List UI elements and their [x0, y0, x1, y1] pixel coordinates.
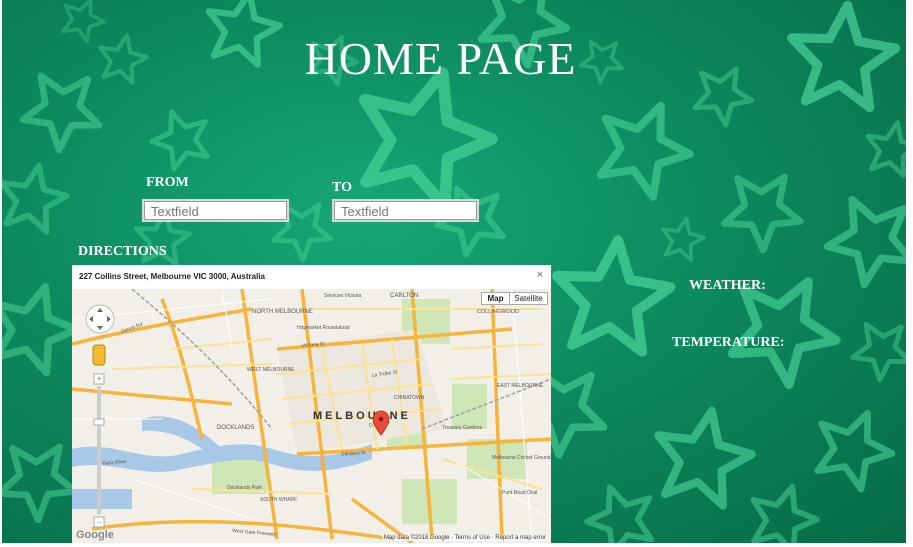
star-shape: [2, 283, 81, 377]
pegman-icon[interactable]: [92, 344, 106, 366]
from-input[interactable]: [142, 199, 289, 222]
svg-text:−: −: [97, 517, 102, 527]
pan-control-icon[interactable]: [85, 304, 115, 334]
map-street-label: Docklands Park: [227, 485, 263, 491]
star-shape: [358, 67, 498, 213]
map-street-label: Services Victoria: [324, 293, 361, 299]
star-shape: [814, 409, 896, 493]
map-street-label: EAST MELBOURNE: [497, 383, 544, 389]
close-icon[interactable]: ×: [537, 269, 543, 281]
map-street-label: Haymarket Roundabout: [297, 325, 350, 331]
weather-label: WEATHER:: [689, 278, 766, 293]
star-shape: [850, 322, 906, 383]
star-shape: [654, 406, 756, 510]
map-header: 227 Collins Street, Melbourne VIC 3000, …: [72, 265, 551, 289]
star-shape: [596, 101, 694, 201]
map-type-button[interactable]: Map: [481, 292, 510, 305]
map-street-label: West Gate Freeway: [232, 528, 277, 538]
page-title: HOME PAGE: [304, 33, 577, 84]
map-street-label: Treasury Gardens: [442, 425, 483, 431]
map-street-label: CARLTON: [390, 293, 418, 299]
star-background: HOME PAGE FROM TO DIRECTIONS WEATHER: TE…: [2, 0, 906, 543]
star-shape: [2, 443, 79, 524]
star-shape: [149, 109, 210, 172]
star-shape: [727, 277, 841, 390]
map-address: 227 Collins Street, Melbourne VIC 3000, …: [79, 272, 265, 281]
star-shape: [19, 72, 103, 154]
map-street-label: SOUTH WHARF: [260, 497, 297, 503]
map-street-label: Punt Road Oval: [502, 490, 537, 496]
map-city-label: MELBOURNE: [313, 410, 411, 422]
star-shape: [750, 483, 820, 543]
to-input[interactable]: [332, 199, 479, 222]
star-shape: [720, 173, 804, 254]
satellite-type-button[interactable]: Satellite: [509, 292, 548, 305]
star-shape: [865, 120, 906, 178]
temperature-label: TEMPERATURE:: [672, 335, 785, 350]
star-shape: [660, 216, 706, 262]
map-street-label: Dynon Rd: [121, 322, 144, 335]
map-footer[interactable]: Map data ©2018 Google · Terms of Use · R…: [381, 535, 548, 541]
star-shape: [584, 484, 655, 543]
from-label: FROM: [146, 175, 189, 190]
to-label: TO: [332, 180, 352, 195]
map-street-label: Melbourne Cricket Ground: [492, 455, 551, 461]
star-shape: [552, 235, 676, 357]
google-logo: Google: [76, 529, 114, 541]
map-canvas[interactable]: MELBOURNE NORTH MELBOURNE CARLTON COLLINGW…: [72, 289, 551, 543]
directions-label: DIRECTIONS: [78, 244, 167, 259]
map-widget[interactable]: 227 Collins Street, Melbourne VIC 3000, …: [72, 265, 551, 543]
map-street-label: DOCKLANDS: [217, 425, 254, 431]
map-street-label: WEST MELBOURNE: [247, 367, 295, 373]
star-shape: [823, 195, 906, 289]
map-street-label: NORTH MELBOURNE: [252, 309, 313, 315]
map-street-label: CHINATOWN: [394, 395, 425, 401]
map-street-label: COLLINGWOOD: [477, 309, 519, 315]
svg-text:+: +: [97, 374, 102, 384]
star-shape: [2, 162, 70, 235]
